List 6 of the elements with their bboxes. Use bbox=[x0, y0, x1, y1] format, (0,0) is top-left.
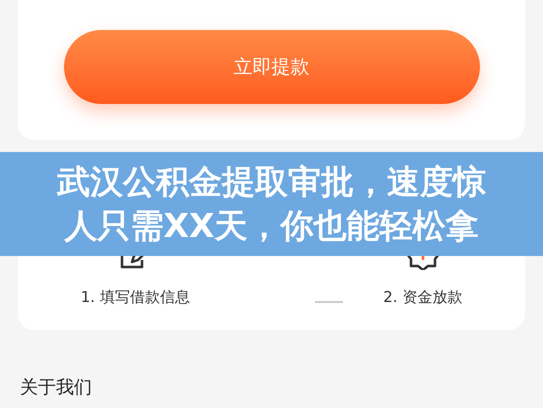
step-label: 1. 填写借款信息 bbox=[80, 286, 190, 308]
banner-text: 人只需XX天，你也能轻松拿 bbox=[64, 205, 478, 247]
banner-text: 武汉公积金提取审批，速度惊 bbox=[57, 161, 486, 203]
section-title: 关于我们 bbox=[20, 376, 92, 400]
step-label: 2. 资金放款 bbox=[383, 286, 462, 308]
withdraw-button[interactable]: 立即提款 bbox=[64, 30, 480, 104]
